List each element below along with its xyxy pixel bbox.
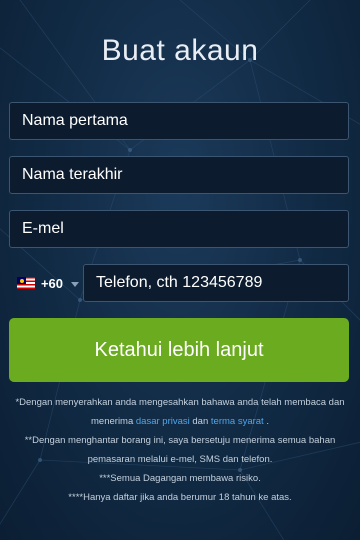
- chevron-down-icon: [71, 281, 79, 287]
- phone-row: +60 Telefon, cth 123456789: [9, 264, 349, 302]
- malaysia-flag-icon: [17, 277, 35, 289]
- email-field[interactable]: E-mel: [9, 210, 349, 248]
- country-code-selector[interactable]: +60: [9, 264, 79, 302]
- disclaimer-age: ****Hanya daftar jika anda berumur 18 ta…: [68, 492, 292, 503]
- flag-canton: [17, 277, 26, 284]
- disclaimer-privacy: *Dengan menyerahkan anda mengesahkan bah…: [10, 393, 350, 431]
- disclaimer-text: .: [263, 416, 269, 427]
- phone-field[interactable]: Telefon, cth 123456789: [83, 264, 349, 302]
- disclaimers: *Dengan menyerahkan anda mengesahkan bah…: [10, 393, 350, 507]
- disclaimer-risk: ***Semua Dagangan membawa risiko.: [99, 473, 261, 484]
- privacy-policy-link[interactable]: dasar privasi: [136, 416, 190, 427]
- submit-button[interactable]: Ketahui lebih lanjut: [9, 318, 349, 382]
- disclaimer-marketing: **Dengan menghantar borang ini, saya ber…: [24, 435, 336, 465]
- first-name-field[interactable]: Nama pertama: [9, 102, 349, 140]
- page-title: Buat akaun: [101, 34, 259, 67]
- terms-link[interactable]: terma syarat: [211, 416, 264, 427]
- dial-code: +60: [40, 275, 63, 291]
- last-name-field[interactable]: Nama terakhir: [9, 156, 349, 194]
- disclaimer-text: dan: [189, 416, 211, 427]
